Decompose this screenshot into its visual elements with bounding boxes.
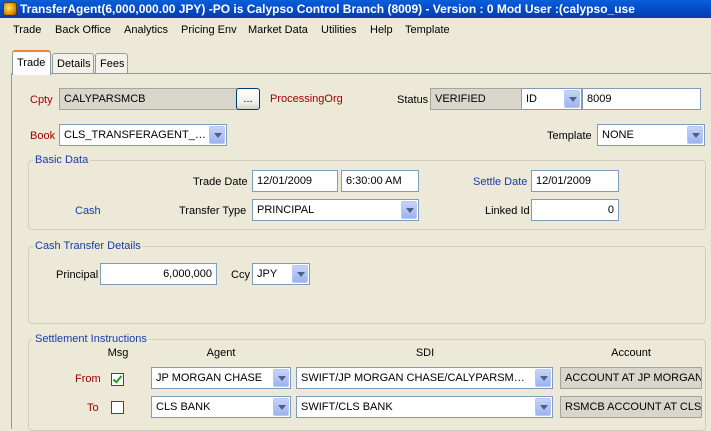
col-account-header: Account bbox=[611, 347, 651, 359]
settle-date-field[interactable]: 12/01/2009 bbox=[531, 170, 619, 192]
menu-back-office[interactable]: Back Office bbox=[55, 24, 111, 36]
principal-label: Principal bbox=[56, 269, 99, 281]
template-label: Template bbox=[547, 130, 592, 142]
from-agent-value: JP MORGAN CHASE bbox=[156, 372, 263, 384]
status-label: Status bbox=[397, 94, 429, 106]
from-msg-checkbox[interactable] bbox=[111, 373, 124, 386]
to-label: To bbox=[87, 402, 99, 414]
tab-details[interactable]: Details bbox=[52, 53, 94, 74]
chevron-down-icon[interactable] bbox=[535, 369, 551, 387]
trade-date-field[interactable]: 12/01/2009 bbox=[252, 170, 338, 192]
menu-trade[interactable]: Trade bbox=[13, 24, 41, 36]
template-value: NONE bbox=[602, 129, 634, 141]
cpty-label: Cpty bbox=[30, 94, 53, 106]
book-value: CLS_TRANSFERAGENT_BOOK bbox=[64, 129, 206, 141]
tab-trade-label: Trade bbox=[17, 57, 46, 69]
menu-template[interactable]: Template bbox=[405, 24, 450, 36]
to-sdi-value: SWIFT/CLS BANK bbox=[301, 401, 393, 413]
ccy-label: Ccy bbox=[231, 269, 250, 281]
app-icon bbox=[3, 2, 17, 16]
to-account-field[interactable]: RSMCB ACCOUNT AT CLS bbox=[560, 396, 702, 418]
trade-panel: Cpty CALYPARSMCB ... ProcessingOrg Statu… bbox=[11, 73, 711, 431]
from-sdi-select[interactable]: SWIFT/JP MORGAN CHASE/CALYPARSMCB C... bbox=[296, 367, 553, 389]
id-type-select[interactable]: ID bbox=[521, 88, 582, 110]
basic-data-title: Basic Data bbox=[33, 154, 91, 166]
from-agent-select[interactable]: JP MORGAN CHASE bbox=[151, 367, 291, 389]
cpty-field[interactable]: CALYPARSMCB bbox=[59, 88, 239, 110]
transfer-type-label: Transfer Type bbox=[179, 205, 247, 217]
id-field[interactable]: 8009 bbox=[582, 88, 701, 110]
trade-time-field[interactable]: 6:30:00 AM bbox=[341, 170, 419, 192]
trade-date-label: Trade Date bbox=[193, 176, 248, 188]
from-sdi-value: SWIFT/JP MORGAN CHASE/CALYPARSMCB C... bbox=[301, 372, 532, 384]
principal-field[interactable]: 6,000,000 bbox=[100, 263, 217, 285]
to-agent-select[interactable]: CLS BANK bbox=[151, 396, 291, 418]
settlement-title: Settlement Instructions bbox=[33, 333, 149, 345]
ccy-value: JPY bbox=[257, 268, 278, 280]
checkmark-icon bbox=[112, 373, 123, 384]
chevron-down-icon[interactable] bbox=[535, 398, 551, 416]
settle-date-label[interactable]: Settle Date bbox=[473, 176, 527, 188]
menu-utilities[interactable]: Utilities bbox=[321, 24, 356, 36]
from-account-field[interactable]: ACCOUNT AT JP MORGAN bbox=[560, 367, 702, 389]
cash-transfer-group: Cash Transfer Details bbox=[28, 240, 706, 324]
chevron-down-icon[interactable] bbox=[209, 126, 225, 144]
status-field: VERIFIED bbox=[430, 88, 522, 110]
menu-pricing-env[interactable]: Pricing Env bbox=[181, 24, 237, 36]
book-label: Book bbox=[30, 130, 56, 142]
cash-label[interactable]: Cash bbox=[75, 205, 101, 217]
ccy-select[interactable]: JPY bbox=[252, 263, 310, 285]
to-msg-checkbox[interactable] bbox=[111, 401, 124, 414]
linked-id-field[interactable]: 0 bbox=[531, 199, 619, 221]
chevron-down-icon[interactable] bbox=[401, 201, 417, 219]
cpty-browse-button[interactable]: ... bbox=[236, 88, 260, 110]
processing-org-label: ProcessingOrg bbox=[270, 93, 343, 105]
tab-fees[interactable]: Fees bbox=[95, 53, 128, 74]
tab-trade[interactable]: Trade bbox=[12, 50, 51, 75]
tab-fees-label: Fees bbox=[100, 58, 125, 70]
linked-id-label: Linked Id bbox=[485, 205, 530, 217]
template-select[interactable]: NONE bbox=[597, 124, 705, 146]
col-msg-header: Msg bbox=[107, 347, 129, 359]
chevron-down-icon[interactable] bbox=[292, 265, 308, 283]
transfer-type-value: PRINCIPAL bbox=[257, 204, 315, 216]
col-sdi-header: SDI bbox=[415, 347, 435, 359]
menu-market-data[interactable]: Market Data bbox=[248, 24, 308, 36]
window-title-bar[interactable]: TransferAgent(6,000,000.00 JPY) -PO is C… bbox=[0, 0, 711, 18]
menu-analytics[interactable]: Analytics bbox=[124, 24, 168, 36]
chevron-down-icon[interactable] bbox=[564, 90, 580, 108]
book-select[interactable]: CLS_TRANSFERAGENT_BOOK bbox=[59, 124, 227, 146]
tab-details-label: Details bbox=[57, 58, 91, 70]
to-sdi-select[interactable]: SWIFT/CLS BANK bbox=[296, 396, 553, 418]
transfer-type-select[interactable]: PRINCIPAL bbox=[252, 199, 419, 221]
window-title: TransferAgent(6,000,000.00 JPY) -PO is C… bbox=[20, 2, 635, 16]
menu-bar: Trade Back Office Analytics Pricing Env … bbox=[0, 18, 711, 42]
chevron-down-icon[interactable] bbox=[687, 126, 703, 144]
id-type-value: ID bbox=[526, 93, 537, 105]
tab-bar: Trade Details Fees bbox=[0, 50, 711, 75]
chevron-down-icon[interactable] bbox=[273, 398, 289, 416]
from-label: From bbox=[75, 373, 101, 385]
cash-transfer-title: Cash Transfer Details bbox=[33, 240, 143, 252]
chevron-down-icon[interactable] bbox=[273, 369, 289, 387]
menu-help[interactable]: Help bbox=[370, 24, 393, 36]
to-agent-value: CLS BANK bbox=[156, 401, 211, 413]
col-agent-header: Agent bbox=[206, 347, 236, 359]
